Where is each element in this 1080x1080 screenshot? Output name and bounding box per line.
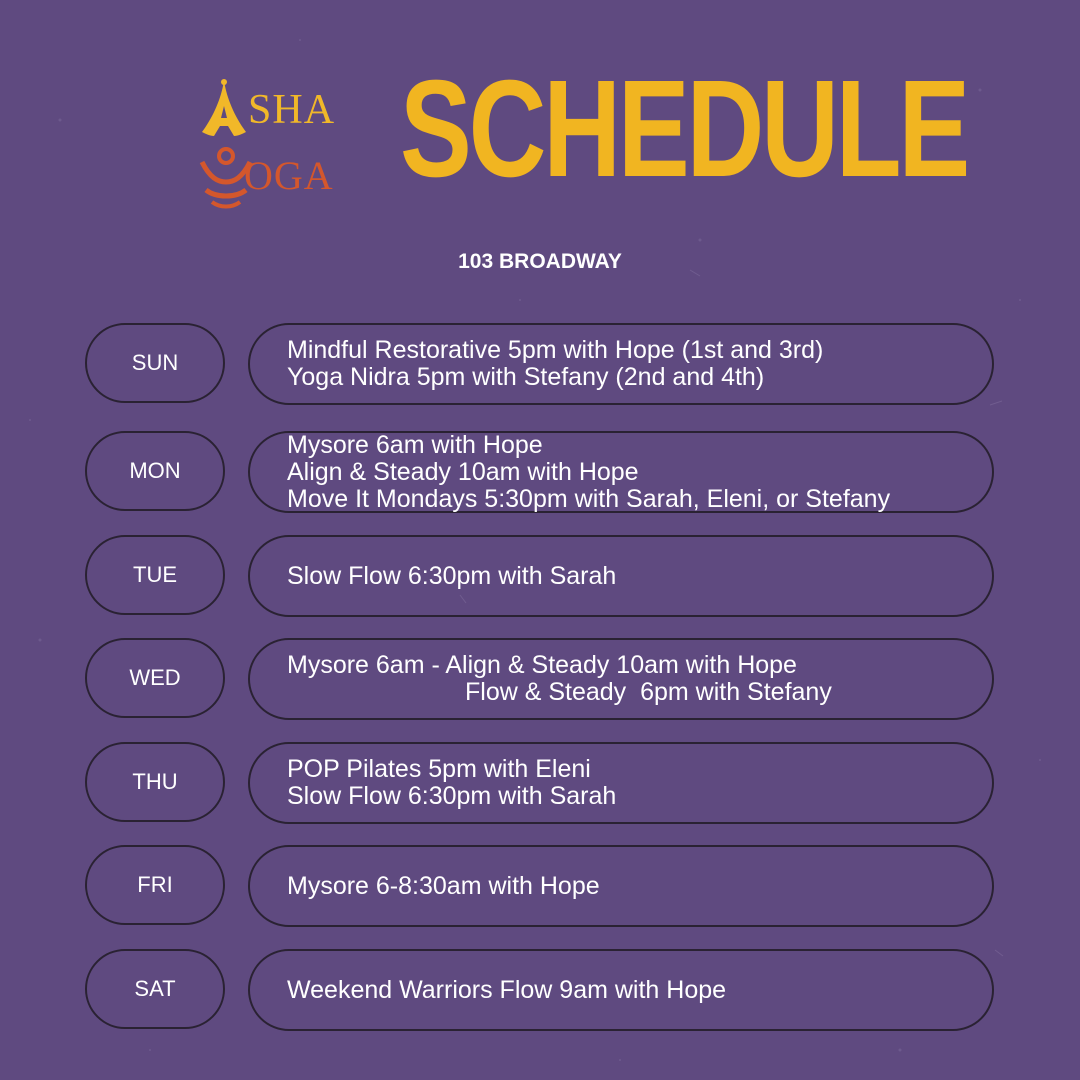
address: 103 BROADWAY [458,250,622,273]
class-list-sun: Mindful Restorative 5pm with Hope (1st a… [248,323,994,405]
class-item: Mysore 6-8:30am with Hope [287,871,600,900]
class-list-fri: Mysore 6-8:30am with Hope [248,845,994,927]
class-list-tue: Slow Flow 6:30pm with Sarah [248,535,994,617]
class-item: Flow & Steady 6pm with Stefany [465,678,832,706]
class-item: Yoga Nidra 5pm with Stefany (2nd and 4th… [287,363,765,391]
asha-yoga-logo: SHA OGA [190,72,390,212]
day-label-mon: MON [85,431,225,511]
day-label-wed: WED [85,638,225,718]
logo-word-1: SHA [248,87,336,133]
logo-word-2: OGA [244,153,334,198]
class-item: Mysore 6am with Hope [287,430,543,459]
class-item: Move It Mondays 5:30pm with Sarah, Eleni… [287,484,891,513]
day-label-fri: FRI [85,845,225,925]
class-item: Mysore 6am - Align & Steady 10am with Ho… [287,651,797,679]
class-item: Slow Flow 6:30pm with Sarah [287,561,617,590]
day-label-sun: SUN [85,323,225,403]
class-list-sat: Weekend Warriors Flow 9am with Hope [248,949,994,1031]
class-item: Slow Flow 6:30pm with Sarah [287,782,617,810]
class-item: Align & Steady 10am with Hope [287,457,639,486]
class-item: POP Pilates 5pm with Eleni [287,755,591,783]
class-list-thu: POP Pilates 5pm with Eleni Slow Flow 6:3… [248,742,994,824]
day-label-thu: THU [85,742,225,822]
class-item: Mindful Restorative 5pm with Hope (1st a… [287,336,824,364]
logo-a-mark-icon [202,79,246,136]
day-label-tue: TUE [85,535,225,615]
day-label-sat: SAT [85,949,225,1029]
class-item: Weekend Warriors Flow 9am with Hope [287,975,727,1004]
class-list-wed: Mysore 6am - Align & Steady 10am with Ho… [248,638,994,720]
class-list-mon: Mysore 6am with Hope Align & Steady 10am… [248,431,994,513]
page-title: SCHEDULE [400,52,970,206]
